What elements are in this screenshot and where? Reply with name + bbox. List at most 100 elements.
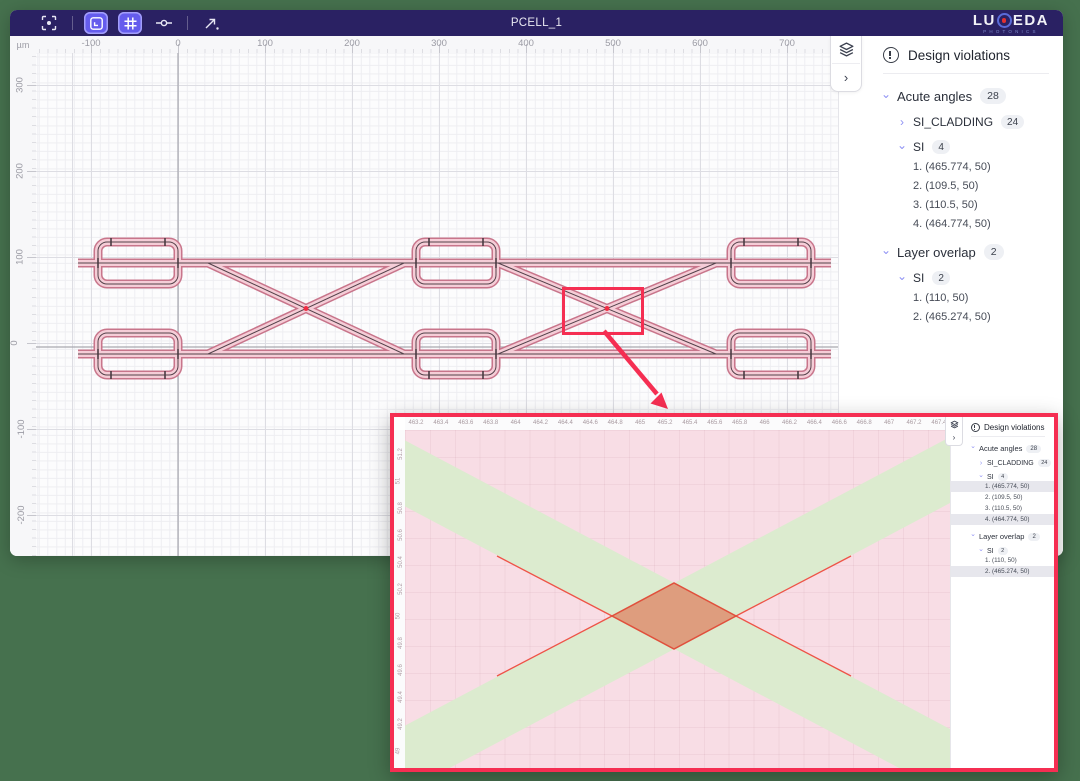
grid-icon[interactable] [118, 12, 142, 34]
chevron-down-icon[interactable] [895, 141, 909, 153]
violation-layer-label: SI [913, 140, 924, 154]
chevron-right-icon[interactable] [895, 116, 909, 128]
toolbar-separator [187, 16, 188, 30]
violation-item[interactable]: 1. (465.774, 50) [951, 481, 1054, 492]
violations-header: Design violations [883, 47, 1063, 63]
violation-layer-row[interactable]: SI_CLADDING24 [895, 115, 1063, 129]
violation-item-label: 3. (110.5, 50) [985, 505, 1022, 512]
ruler-label: 463.8 [483, 420, 498, 426]
chevron-down-icon[interactable] [879, 90, 893, 102]
violation-item[interactable]: 2. (109.5, 50) [913, 180, 1063, 192]
ruler-label: 50.4 [398, 556, 404, 568]
violation-item[interactable]: 4. (464.774, 50) [913, 218, 1063, 230]
zoom-inset-window: 463.2463.4463.6463.8464464.2464.4464.646… [390, 413, 1058, 772]
violation-marker [304, 306, 309, 311]
ruler-label: 463.2 [408, 420, 423, 426]
violation-item[interactable]: 2. (465.274, 50) [951, 566, 1054, 577]
ruler-label: -100 [81, 38, 100, 49]
violations-title: Design violations [908, 48, 1010, 63]
ruler-label: 465.2 [657, 420, 672, 426]
ruler-label: 463.4 [433, 420, 448, 426]
ruler-label: 464 [511, 420, 521, 426]
warning-circle-icon [971, 423, 980, 432]
violation-group-label: Layer overlap [897, 245, 976, 260]
violation-item[interactable]: 1. (110, 50) [913, 292, 1063, 304]
toolbar: PCELL_1 LUCEDALUEDA PHOTONICS [10, 10, 1063, 36]
ruler-label: 466 [760, 420, 770, 426]
warning-circle-icon [883, 47, 899, 63]
violation-item-label: 2. (109.5, 50) [985, 494, 1022, 501]
ruler-label: 51.2 [398, 448, 404, 460]
chevron-down-icon[interactable] [895, 272, 909, 284]
collapse-panel-button[interactable]: › [832, 63, 860, 91]
brand-c-icon [997, 13, 1012, 28]
violation-layer-row[interactable]: SI4 [895, 140, 1063, 154]
collapse-panel-button[interactable]: › [947, 431, 961, 445]
violation-count-badge: 2 [998, 547, 1008, 555]
violation-layer-label: SI [913, 271, 924, 285]
ruler-label: 49.6 [398, 664, 404, 676]
chevron-down-icon[interactable] [879, 246, 893, 258]
ruler-label: 464.6 [583, 420, 598, 426]
violation-layer-row[interactable]: SI 2 [977, 547, 1054, 555]
violation-item[interactable]: 3. (110.5, 50) [951, 503, 1054, 514]
ruler-label: 0 [10, 340, 20, 345]
violation-layer-row[interactable]: SI2 [895, 271, 1063, 285]
ruler-label: 467.2 [906, 420, 921, 426]
violation-item[interactable]: 2. (109.5, 50) [951, 492, 1054, 503]
port-icon[interactable] [152, 12, 176, 34]
violation-item-label: 4. (464.774, 50) [985, 516, 1029, 523]
inset-violations-tree: Acute angles28 SI_CLADDING24 SI41. (465.77… [951, 444, 1054, 577]
fit-view-icon[interactable] [37, 12, 61, 34]
violation-group-row[interactable]: Acute angles28 [969, 444, 1054, 453]
ruler-label: -100 [16, 419, 27, 438]
chevron-down-icon[interactable] [977, 474, 985, 481]
toolbar-separator [72, 16, 73, 30]
ruler-label: 464.8 [608, 420, 623, 426]
violation-item[interactable]: 1. (110, 50) [951, 555, 1054, 566]
violation-group-label: Acute angles [979, 444, 1022, 453]
divider [883, 73, 1049, 74]
violation-layer-row[interactable]: SI_CLADDING24 [977, 459, 1054, 467]
ruler-label: 463.6 [458, 420, 473, 426]
violation-item[interactable]: 2. (465.274, 50) [913, 311, 1063, 323]
ruler-label: 49.8 [398, 637, 404, 649]
chevron-down-icon[interactable] [977, 548, 985, 555]
export-instance-icon[interactable] [199, 12, 223, 34]
ruler-unit: µm [10, 36, 37, 54]
violation-item-label: 2. (109.5, 50) [913, 180, 978, 192]
waveguides [78, 242, 831, 375]
inset-canvas[interactable] [405, 430, 950, 768]
violation-group-row[interactable]: Layer overlap 2 [879, 244, 1063, 260]
ruler-label: 100 [14, 249, 25, 265]
layout-corner-icon[interactable] [84, 12, 108, 34]
violations-header: Design violations [971, 423, 1054, 432]
violation-item[interactable]: 3. (110.5, 50) [913, 199, 1063, 211]
violation-item[interactable]: 4. (464.774, 50) [951, 514, 1054, 525]
layers-icon[interactable] [947, 417, 961, 431]
inset-drawing [405, 430, 950, 768]
ruler-label: 466.4 [807, 420, 822, 426]
page: { "window": { "title": "PCELL_1", "brand… [0, 0, 1080, 781]
ruler-label: 465 [635, 420, 645, 426]
ruler-label: 200 [14, 163, 25, 179]
violation-group-row[interactable]: Acute angles28 [879, 88, 1063, 104]
violation-layer-row[interactable]: SI4 [977, 473, 1054, 481]
violation-layer-label: SI [987, 548, 994, 555]
ruler-label: -200 [16, 505, 27, 524]
chevron-right-icon[interactable] [977, 460, 985, 467]
ruler-label: 200 [344, 38, 360, 49]
chevron-down-icon[interactable] [969, 533, 977, 540]
ruler-label: 50.8 [398, 502, 404, 514]
violation-item-label: 1. (465.774, 50) [913, 161, 991, 173]
chevron-right-icon: › [844, 71, 848, 84]
chevron-down-icon[interactable] [969, 445, 977, 452]
divider [971, 436, 1045, 437]
layers-icon[interactable] [832, 36, 860, 63]
ruler-label: 49 [395, 748, 401, 755]
violation-count-badge: 2 [984, 244, 1004, 260]
violations-tree: Acute angles28 SI_CLADDING24 SI4 1. (465.77… [839, 88, 1063, 323]
violation-item[interactable]: 1. (465.774, 50) [913, 161, 1063, 173]
violation-group-row[interactable]: Layer overlap2 [969, 532, 1054, 541]
ruler-label: 51 [395, 478, 401, 485]
